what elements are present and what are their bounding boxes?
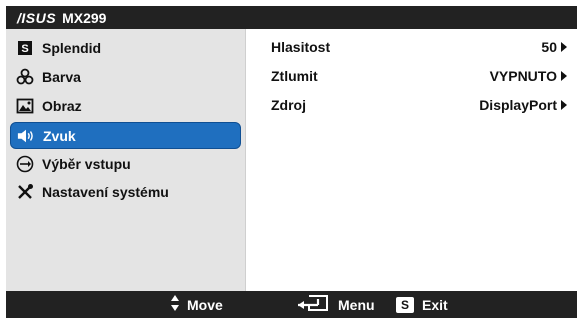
osd-content: S Splendid Barva Obraz Zvuk Výběr vstupu… <box>6 29 577 291</box>
settings-panel: Hlasitost 50 Ztlumit VYPNUTO Zdroj Displ… <box>246 29 577 291</box>
setting-row-volume[interactable]: Hlasitost 50 <box>246 35 577 59</box>
svg-text:S: S <box>21 43 28 55</box>
menu-item-label: Výběr vstupu <box>42 155 131 172</box>
menu-item-label: Barva <box>42 68 81 85</box>
status-exit: S Exit <box>396 296 448 313</box>
input-select-icon <box>16 155 34 173</box>
tools-icon <box>16 183 34 201</box>
menu-item-label: Splendid <box>42 39 102 56</box>
status-bar: Move Menu S Exit <box>6 291 577 318</box>
image-icon <box>16 97 34 115</box>
setting-label: Ztlumit <box>271 68 318 84</box>
osd-window: /ISUS MX299 S Splendid Barva Obraz Zvuk … <box>6 6 577 318</box>
arrow-right-icon <box>561 71 567 81</box>
menu-item-label: Zvuk <box>43 127 76 144</box>
setting-row-source[interactable]: Zdroj DisplayPort <box>246 93 577 117</box>
setting-value: DisplayPort <box>479 97 557 113</box>
exit-label: Exit <box>422 296 448 313</box>
brand: /ISUS MX299 <box>17 10 106 26</box>
setting-label: Hlasitost <box>271 39 331 55</box>
menu-item-label: Nastavení systému <box>42 183 169 200</box>
menu-item-zvuk[interactable]: Zvuk <box>10 122 241 149</box>
status-menu: Menu <box>296 294 375 315</box>
menu-item-input-select[interactable]: Výběr vstupu <box>10 151 239 176</box>
menu-item-system-settings[interactable]: Nastavení systému <box>10 179 239 204</box>
menu-item-splendid[interactable]: S Splendid <box>10 35 239 60</box>
exit-s-icon: S <box>396 296 414 313</box>
setting-row-mute[interactable]: Ztlumit VYPNUTO <box>246 64 577 88</box>
splendid-s-icon: S <box>16 39 34 57</box>
move-label: Move <box>187 296 223 313</box>
speaker-icon <box>17 127 35 145</box>
menu-item-barva[interactable]: Barva <box>10 64 239 89</box>
arrow-right-icon <box>561 100 567 110</box>
status-move: Move <box>170 294 223 315</box>
title-bar: /ISUS MX299 <box>6 6 577 29</box>
setting-value: 50 <box>541 39 557 55</box>
setting-label: Zdroj <box>271 97 306 113</box>
setting-value: VYPNUTO <box>489 68 557 84</box>
main-menu: S Splendid Barva Obraz Zvuk Výběr vstupu… <box>6 29 245 291</box>
menu-label: Menu <box>338 296 375 313</box>
color-icon <box>16 68 34 86</box>
enter-key-icon <box>296 294 330 315</box>
brand-logo: /ISUS <box>17 9 57 26</box>
model-label: MX299 <box>62 9 107 26</box>
menu-item-label: Obraz <box>42 97 82 114</box>
arrow-right-icon <box>561 42 567 52</box>
up-down-arrow-icon <box>170 294 180 315</box>
menu-item-obraz[interactable]: Obraz <box>10 93 239 118</box>
